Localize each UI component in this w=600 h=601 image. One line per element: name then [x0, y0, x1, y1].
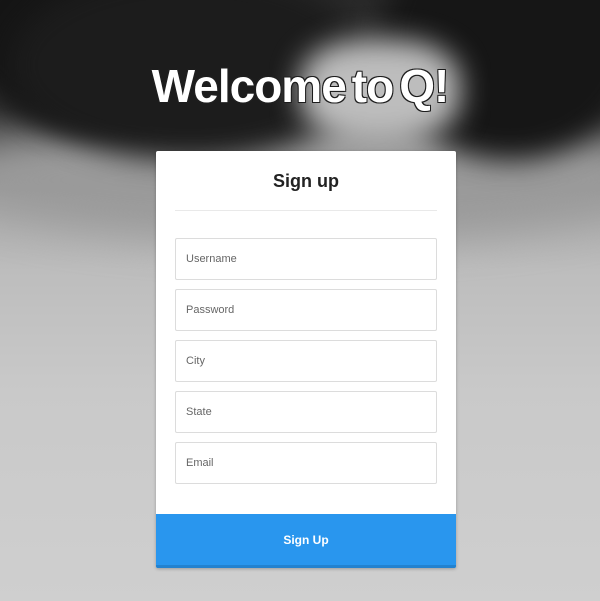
signup-page: WelcometoQ! Sign up Sign Up — [0, 0, 600, 601]
state-field[interactable] — [175, 391, 437, 433]
headline-word-welcome: Welcome — [151, 59, 347, 112]
signup-title: Sign up — [273, 171, 339, 191]
signup-fields — [156, 211, 456, 484]
city-field[interactable] — [175, 340, 437, 382]
welcome-headline: Welcome to Q! — [0, 59, 600, 113]
password-field[interactable] — [175, 289, 437, 331]
signup-card: Sign up Sign Up — [156, 151, 456, 568]
headline-word-q: Q! — [399, 59, 449, 112]
headline-word-to: to — [351, 59, 394, 112]
username-field[interactable] — [175, 238, 437, 280]
sign-up-button[interactable]: Sign Up — [156, 514, 456, 568]
email-field[interactable] — [175, 442, 437, 484]
